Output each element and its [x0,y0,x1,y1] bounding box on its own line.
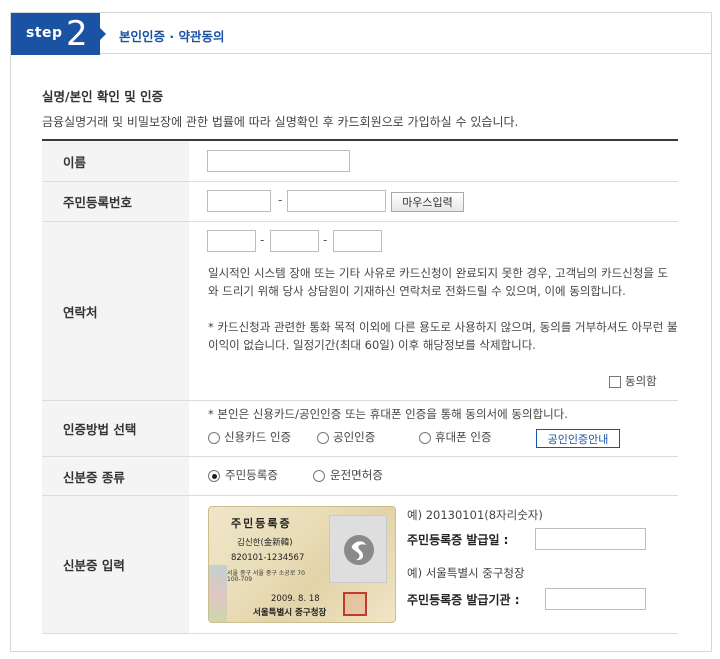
step-header: step 2 본인인증 · 약관동의 [10,12,712,55]
card-title: 주민등록증 [231,517,292,530]
issuer-label: 주민등록증 발급기관 : [407,593,520,607]
cert-guide-button[interactable]: 공인인증안내 [536,429,620,448]
auth-notice: * 본인은 신용카드/공인인증 또는 휴대폰 인증을 통해 동의서에 동의합니다… [208,407,568,421]
step-number: 2 [66,14,88,54]
step-word: step [26,25,63,41]
id-type-radio-resident[interactable] [208,470,220,482]
rrn-dash: - [278,193,283,207]
section-description: 금융실명거래 및 비밀보장에 관한 법률에 따라 실명확인 후 카드회원으로 가… [42,115,519,129]
step-notch [100,28,106,40]
row-name: 이름 [42,141,678,182]
row-label-id-input: 신분증 입력 [42,496,189,633]
card-name: 김신한(金新韓) [237,538,293,548]
agree-checkbox[interactable] [609,376,621,388]
contact-privacy-notice: * 카드신청과 관련한 통화 목적 이외에 다른 용도로 사용하지 않으며, 동… [208,320,678,352]
auth-radio-card[interactable] [208,432,220,444]
row-label-rrn: 주민등록번호 [42,182,189,221]
row-contact: 연락처 - - 일시적인 시스템 장애 또는 기타 사유로 카드신청이 완료되지… [42,222,678,401]
phone-part1-input[interactable] [207,230,256,252]
issue-date-input[interactable] [535,528,646,550]
row-label-auth: 인증방법 선택 [42,401,189,456]
auth-option-cert: 공인인증 [333,430,376,444]
row-label-id-type: 신분증 종류 [42,457,189,495]
auth-radio-cert[interactable] [317,432,329,444]
step-badge: step 2 [11,13,100,55]
issue-date-example: 예) 20130101(8자리숫자) [407,508,543,522]
card-hologram [209,565,227,622]
phone-part2-input[interactable] [270,230,319,252]
card-photo [329,515,387,583]
card-issuer: 서울특별시 중구청장 [253,608,327,618]
row-label-contact: 연락처 [42,222,189,400]
shinhan-logo-icon [344,535,374,565]
auth-radio-phone[interactable] [419,432,431,444]
issuer-input[interactable] [545,588,646,610]
card-address-line2: 100-709 [227,576,253,583]
row-auth-method: 인증방법 선택 * 본인은 신용카드/공인인증 또는 휴대폰 인증을 통해 동의… [42,401,678,457]
row-label-name: 이름 [42,141,189,181]
rrn-back-input[interactable] [287,190,386,212]
auth-option-card: 신용카드 인증 [224,430,292,444]
id-type-option-resident: 주민등록증 [225,468,278,482]
row-rrn: 주민등록번호 - 마우스입력 [42,182,678,222]
card-seal-stamp [343,592,367,616]
issuer-example: 예) 서울특별시 중구청장 [407,566,525,580]
issue-date-label: 주민등록증 발급일 : [407,533,509,547]
step-title: 본인인증 · 약관동의 [119,29,225,44]
card-issue-date: 2009. 8. 18 [271,594,320,604]
id-card-sample-image: 주민등록증 김신한(金新韓) 820101-1234567 서울 중구 서울 중… [208,506,396,623]
id-type-radio-license[interactable] [313,470,325,482]
auth-option-phone: 휴대폰 인증 [435,430,492,444]
name-input[interactable] [207,150,350,172]
mouse-input-button[interactable]: 마우스입력 [391,192,464,212]
contact-notice: 일시적인 시스템 장애 또는 기타 사유로 카드신청이 완료되지 못한 경우, … [208,266,669,298]
rrn-front-input[interactable] [207,190,271,212]
phone-dash-1: - [260,233,265,247]
id-type-option-license: 운전면허증 [330,468,383,482]
row-id-type: 신분증 종류 주민등록증 운전면허증 [42,457,678,496]
section-title: 실명/본인 확인 및 인증 [42,89,164,104]
card-number: 820101-1234567 [231,553,305,563]
agree-label: 동의함 [625,374,657,388]
verification-form: 이름 주민등록번호 - 마우스입력 연락처 - - 일시적인 시스템 장애 또는… [42,139,678,634]
row-id-input: 신분증 입력 주민등록증 김신한(金新韓) 820101-1234567 서울 … [42,496,678,634]
phone-part3-input[interactable] [333,230,382,252]
phone-dash-2: - [323,233,328,247]
